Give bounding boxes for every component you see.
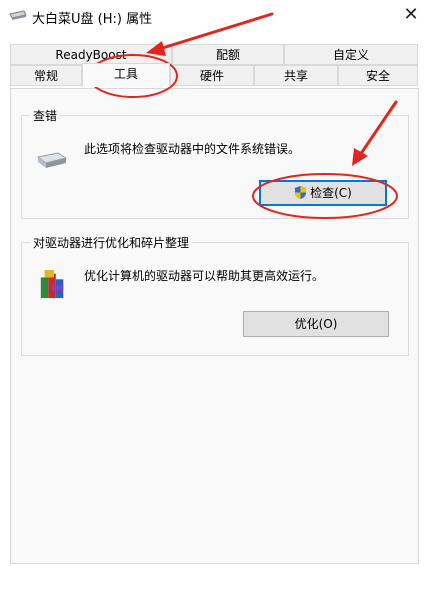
optimize-description: 优化计算机的驱动器可以帮助其更高效运行。 [84,269,325,283]
tab-label: 安全 [365,69,390,83]
tab-security[interactable]: 安全 [338,65,418,86]
check-button-label: 检查(C) [310,186,352,200]
uac-shield-icon [295,186,307,199]
tab-quota[interactable]: 配额 [172,44,284,65]
check-button[interactable]: 检查(C) [259,180,387,206]
tab-label: 工具 [113,67,138,81]
tab-label: 共享 [283,69,308,83]
optimize-group: 对驱动器进行优化和碎片整理 优化计算机的驱动器可以帮助其更高效运行。 优化(O) [21,234,409,356]
tab-sharing[interactable]: 共享 [254,65,338,86]
error-check-description: 此选项将检查驱动器中的文件系统错误。 [84,142,301,156]
group-title: 查错 [30,107,61,124]
window-title: 大白菜U盘 (H:) 属性 [32,12,153,27]
drive-icon [36,152,68,168]
tab-customize[interactable]: 自定义 [284,44,418,65]
title-bar: 大白菜U盘 (H:) 属性 ✕ [0,0,431,32]
close-button[interactable]: ✕ [397,4,425,26]
tab-label: 硬件 [199,69,224,83]
tools-tab-panel: 查错 此选项将检查驱动器中的文件系统错误。 检查(C) 对驱动器进行优化和碎片整… [10,88,419,564]
tab-readyboost[interactable]: ReadyBoost [10,44,172,65]
group-title: 对驱动器进行优化和碎片整理 [30,234,193,251]
tab-tools[interactable]: 工具 [82,63,170,87]
defrag-icon [40,269,64,299]
tab-label: 常规 [33,69,58,83]
usb-drive-icon [9,10,27,20]
optimize-button[interactable]: 优化(O) [243,311,389,337]
error-check-group: 查错 此选项将检查驱动器中的文件系统错误。 检查(C) [21,107,409,219]
tab-hardware[interactable]: 硬件 [170,65,254,86]
tab-label: 配额 [215,48,240,62]
tab-label: 自定义 [332,48,369,62]
optimize-button-label: 优化(O) [294,317,338,331]
tab-label: ReadyBoost [55,48,127,62]
close-icon: ✕ [403,4,419,25]
tab-general[interactable]: 常规 [10,65,82,86]
